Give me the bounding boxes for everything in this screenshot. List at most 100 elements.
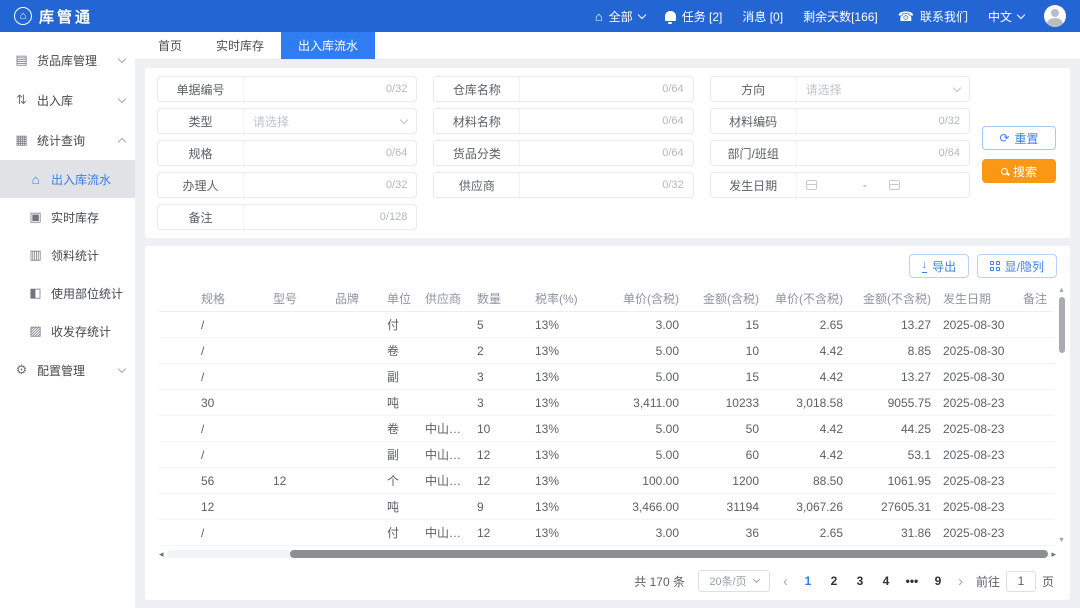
- page-number[interactable]: 3: [853, 574, 867, 588]
- filter-label: 备注: [158, 205, 244, 229]
- sidebar-item-label: 领料统计: [51, 247, 99, 264]
- inventory-icon: ▤: [14, 52, 29, 68]
- sidebar-item-inout-summary[interactable]: ▨ 收发存统计: [0, 312, 135, 350]
- page-ellipsis[interactable]: •••: [905, 574, 919, 588]
- search-button[interactable]: 搜索: [982, 159, 1056, 183]
- table-row[interactable]: /付513%3.00152.6513.272025-08-30: [159, 312, 1054, 338]
- table-cell: 44.25: [849, 422, 937, 436]
- page-number[interactable]: 1: [801, 574, 815, 588]
- table-cell: 副: [381, 446, 419, 463]
- scroll-down-icon[interactable]: ▾: [1059, 536, 1063, 544]
- table-row[interactable]: /付中山市...1213%3.00362.6531.862025-08-23: [159, 520, 1054, 546]
- table-row[interactable]: 30吨313%3,411.00102333,018.589055.752025-…: [159, 390, 1054, 416]
- vertical-scrollbar[interactable]: ▴ ▾: [1056, 286, 1067, 544]
- table-cell: 卷: [381, 420, 419, 437]
- table-row[interactable]: /副313%5.00154.4213.272025-08-30: [159, 364, 1054, 390]
- sidebar-item-settings[interactable]: ⚙ 配置管理: [0, 350, 135, 390]
- page-number[interactable]: 2: [827, 574, 841, 588]
- sidebar-item-material-stats[interactable]: ▥ 领料统计: [0, 236, 135, 274]
- bell-icon: [665, 11, 676, 21]
- table-cell: 2: [471, 344, 529, 358]
- filter-input[interactable]: 0/128: [244, 205, 416, 229]
- table-cell: 2.65: [765, 526, 849, 540]
- char-counter: 0/64: [386, 147, 407, 159]
- scroll-up-icon[interactable]: ▴: [1059, 286, 1063, 294]
- filter-select[interactable]: 请选择: [244, 109, 416, 133]
- sidebar-item-goods-management[interactable]: ▤ 货品库管理: [0, 40, 135, 80]
- language-selector[interactable]: 中文: [988, 8, 1024, 25]
- date-range-input[interactable]: -: [797, 173, 969, 197]
- scroll-right-icon[interactable]: ▸: [1051, 550, 1056, 559]
- chevron-down-icon: [637, 10, 645, 18]
- table-cell: 卷: [381, 342, 419, 359]
- horizontal-scroll-thumb[interactable]: [290, 550, 1048, 558]
- date-separator: -: [863, 178, 867, 192]
- toggle-columns-button[interactable]: 显/隐列: [977, 254, 1057, 278]
- page-size-select[interactable]: 20条/页: [698, 570, 770, 592]
- tab-inout-flow[interactable]: 出入库流水: [281, 32, 375, 59]
- table-row[interactable]: /卷213%5.00104.428.852025-08-30: [159, 338, 1054, 364]
- filter-input[interactable]: 0/64: [520, 109, 692, 133]
- table-row[interactable]: 12吨913%3,466.00311943,067.2627605.312025…: [159, 494, 1054, 520]
- table-cell: 4.42: [765, 422, 849, 436]
- scroll-left-icon[interactable]: ◂: [159, 550, 164, 559]
- goto-page-input[interactable]: [1006, 571, 1036, 592]
- filter-input[interactable]: 0/32: [797, 109, 969, 133]
- table-cell: 1061.95: [849, 474, 937, 488]
- horizontal-scrollbar[interactable]: ◂ ▸: [159, 548, 1056, 560]
- contact-link[interactable]: ☎ 联系我们: [898, 8, 968, 25]
- tab-home[interactable]: 首页: [141, 32, 199, 59]
- table-cell: 2.65: [765, 318, 849, 332]
- filter-input[interactable]: 0/64: [520, 141, 692, 165]
- table-toolbar: ↓ 导出 显/隐列: [145, 254, 1070, 286]
- filter-input[interactable]: 0/32: [244, 173, 416, 197]
- filter-input[interactable]: 0/32: [520, 173, 692, 197]
- language-label: 中文: [988, 8, 1012, 25]
- table-cell: 2025-08-23: [937, 474, 1017, 488]
- table-cell: 中山市...: [419, 472, 471, 489]
- vertical-scroll-thumb[interactable]: [1059, 297, 1065, 353]
- table-cell: 中山市...: [419, 524, 471, 541]
- table-cell: 10: [471, 422, 529, 436]
- sidebar-item-in-out[interactable]: ⇅ 出入库: [0, 80, 135, 120]
- filter-select[interactable]: 请选择: [797, 77, 969, 101]
- table-row[interactable]: /副中山市...1213%5.00604.4253.12025-08-23: [159, 442, 1054, 468]
- reset-button[interactable]: ⟳ 重置: [982, 126, 1056, 150]
- filter-input[interactable]: 0/64: [797, 141, 969, 165]
- warehouse-icon: ⌂: [595, 10, 603, 23]
- page-number[interactable]: 4: [879, 574, 893, 588]
- sidebar-item-stats-query[interactable]: ▦ 统计查询: [0, 120, 135, 160]
- tasks-link[interactable]: 任务 [2]: [665, 8, 723, 25]
- sidebar-item-inout-flow[interactable]: ⌂ 出入库流水: [0, 160, 135, 198]
- export-button[interactable]: ↓ 导出: [909, 254, 970, 278]
- sidebar-item-label: 货品库管理: [37, 52, 97, 69]
- search-label: 搜索: [1013, 163, 1037, 180]
- table-cell: 3.00: [605, 318, 685, 332]
- avatar[interactable]: [1044, 5, 1066, 27]
- filter-input[interactable]: 0/32: [244, 77, 416, 101]
- tab-bar: 首页 实时库存 出入库流水: [135, 32, 1080, 60]
- sidebar-item-usage-dept-stats[interactable]: ◧ 使用部位统计: [0, 274, 135, 312]
- filter-input[interactable]: 0/64: [520, 77, 692, 101]
- sidebar-item-realtime-stock[interactable]: ▣ 实时库存: [0, 198, 135, 236]
- scope-selector[interactable]: ⌂ 全部: [595, 8, 645, 25]
- next-page-button[interactable]: ›: [958, 573, 963, 590]
- page-size-label: 20条/页: [709, 573, 746, 589]
- scope-label: 全部: [609, 8, 633, 25]
- tab-realtime-stock[interactable]: 实时库存: [199, 32, 281, 59]
- filter-grid: 单据编号0/32仓库名称0/64方向请选择类型请选择材料名称0/64材料编码0/…: [157, 76, 970, 230]
- filter-field: 材料名称0/64: [433, 108, 693, 134]
- table-cell: /: [195, 448, 267, 462]
- filter-input[interactable]: 0/64: [244, 141, 416, 165]
- days-remaining: 剩余天数[166]: [803, 8, 878, 25]
- messages-link[interactable]: 消息 [0]: [742, 8, 783, 25]
- table-cell: 5.00: [605, 370, 685, 384]
- table-cell: 2025-08-23: [937, 448, 1017, 462]
- prev-page-button[interactable]: ‹: [783, 573, 788, 590]
- download-icon: ↓: [922, 260, 928, 273]
- table-row[interactable]: /卷中山市...1013%5.00504.4244.252025-08-23: [159, 416, 1054, 442]
- table-row[interactable]: 5612个中山市...1213%100.00120088.501061.9520…: [159, 468, 1054, 494]
- page-number[interactable]: 9: [931, 574, 945, 588]
- filter-label: 材料编码: [711, 109, 797, 133]
- in-out-icon: ⇅: [14, 92, 29, 108]
